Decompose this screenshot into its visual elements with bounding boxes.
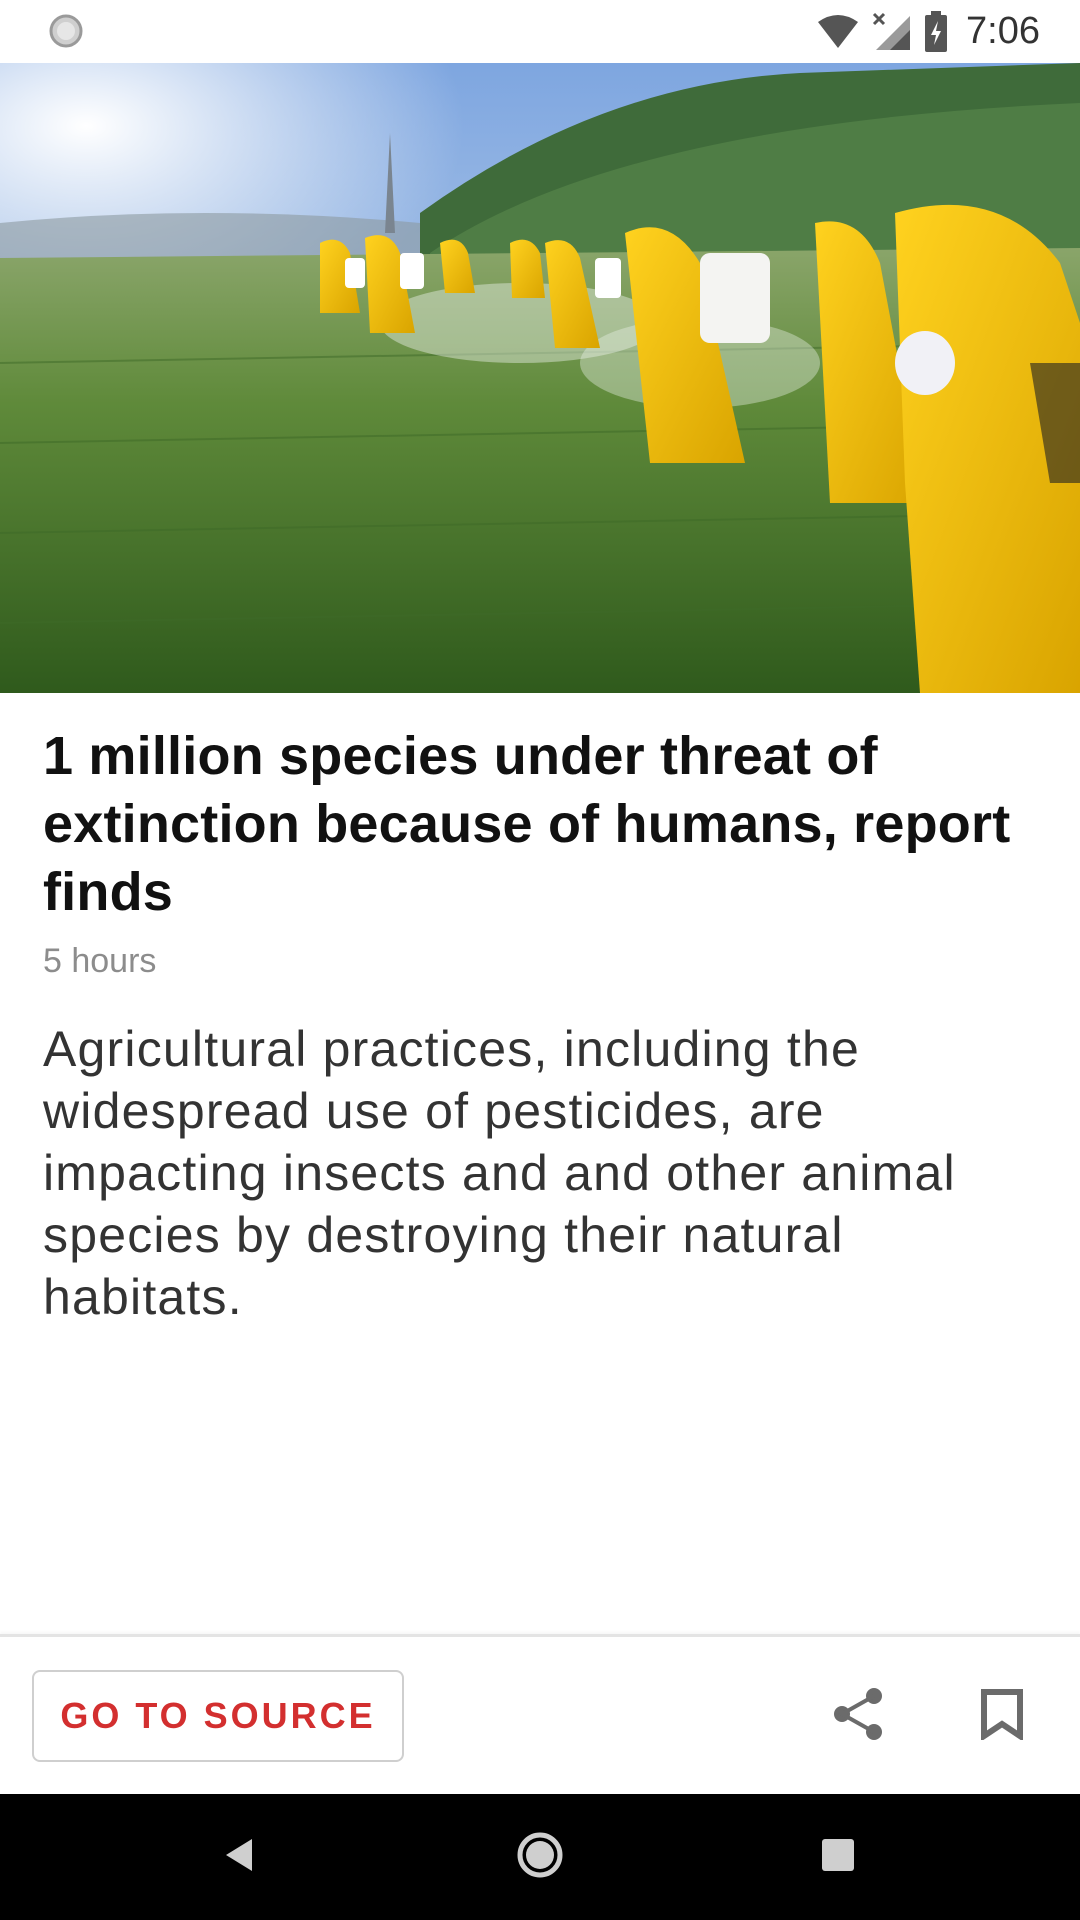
status-bar: 7:06 (0, 0, 1080, 63)
recents-button[interactable] (808, 1827, 868, 1887)
article-headline[interactable]: 1 million species under threat of extinc… (43, 722, 1043, 926)
article-action-bar: GO TO SOURCE (0, 1634, 1080, 1797)
share-icon (830, 1686, 886, 1747)
system-navigation-bar (0, 1794, 1080, 1920)
share-button[interactable] (822, 1680, 894, 1752)
loading-indicator-icon (48, 13, 84, 49)
battery-charging-icon (924, 10, 948, 53)
article-timestamp: 5 hours (43, 942, 157, 980)
back-icon (220, 1835, 260, 1880)
article-summary: Agricultural practices, including the wi… (43, 1021, 956, 1325)
status-icons: 7:06 (816, 0, 1040, 63)
back-button[interactable] (210, 1827, 270, 1887)
home-button[interactable] (510, 1827, 570, 1887)
article-hero-image (0, 63, 1080, 693)
go-to-source-button[interactable]: GO TO SOURCE (32, 1670, 404, 1762)
recents-icon (818, 1835, 858, 1880)
bookmark-icon (980, 1688, 1024, 1745)
wifi-icon (816, 14, 860, 50)
home-icon (515, 1830, 565, 1885)
cellular-no-signal-icon (872, 12, 912, 52)
bookmark-button[interactable] (966, 1680, 1038, 1752)
article-content: 1 million species under threat of extinc… (43, 722, 1043, 1328)
status-time: 7:06 (966, 10, 1040, 52)
